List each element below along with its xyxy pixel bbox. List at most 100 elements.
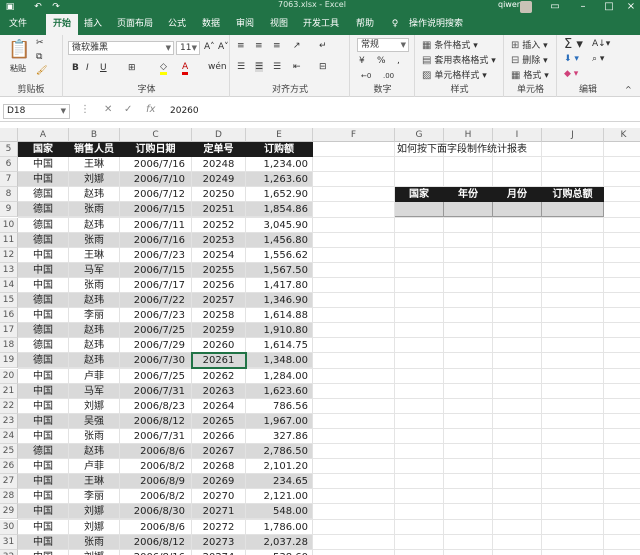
table-cell[interactable]: 3,045.90	[246, 217, 313, 233]
table-cell[interactable]: 20259	[192, 323, 246, 339]
table-cell[interactable]: 马军	[69, 262, 120, 278]
table-cell[interactable]: 20257	[192, 293, 246, 309]
table-cell[interactable]: 20263	[192, 383, 246, 399]
table-cell[interactable]: 中国	[18, 474, 69, 490]
row-header[interactable]: 15	[0, 293, 18, 309]
row-header[interactable]: 17	[0, 323, 18, 339]
align-bottom-icon[interactable]: ≡	[273, 41, 281, 51]
user-name[interactable]: qiwen	[498, 0, 522, 9]
table-cell[interactable]: 德国	[18, 202, 69, 218]
table-cell[interactable]: 中国	[18, 428, 69, 444]
merge-center-icon[interactable]: ⊟	[319, 62, 327, 72]
table-cell[interactable]: 2006/7/11	[120, 217, 192, 233]
report-header-cell[interactable]: 订购总额	[542, 187, 604, 203]
table-cell[interactable]: 中国	[18, 308, 69, 324]
table-cell[interactable]: 1,614.88	[246, 308, 313, 324]
table-cell[interactable]: 德国	[18, 338, 69, 354]
table-cell[interactable]: 2006/7/15	[120, 202, 192, 218]
table-cell[interactable]: 1,967.00	[246, 413, 313, 429]
table-cell[interactable]: 2006/7/23	[120, 247, 192, 263]
worksheet-grid[interactable]: A B C D E F G H I J K 5 6 7 8 9 10 11 12 13 14 15 16 17 18 19 20 21…	[0, 128, 640, 555]
report-empty-cell[interactable]	[493, 202, 542, 218]
table-cell[interactable]: 中国	[18, 157, 69, 173]
table-cell[interactable]: 2006/8/12	[120, 413, 192, 429]
table-cell[interactable]: 2006/7/31	[120, 383, 192, 399]
column-header-g[interactable]: G	[395, 128, 444, 142]
table-cell[interactable]: 刘娜	[69, 398, 120, 414]
table-cell[interactable]: 2006/7/10	[120, 172, 192, 188]
table-cell[interactable]: 中国	[18, 519, 69, 535]
row-header[interactable]: 13	[0, 262, 18, 278]
insert-cells-button[interactable]: ⊞ 插入 ▾	[511, 38, 548, 51]
copy-icon[interactable]: ⧉	[36, 52, 42, 62]
table-cell[interactable]: 20253	[192, 232, 246, 248]
table-header-cell[interactable]: 国家	[18, 142, 69, 158]
table-cell[interactable]: 20271	[192, 504, 246, 520]
report-header-cell[interactable]: 月份	[493, 187, 542, 203]
table-cell[interactable]: 王琳	[69, 247, 120, 263]
row-header[interactable]: 29	[0, 504, 18, 520]
row-header[interactable]: 22	[0, 398, 18, 414]
row-header[interactable]: 5	[0, 142, 18, 158]
tab-insert[interactable]: 插入	[80, 14, 106, 35]
tab-data[interactable]: 数据	[198, 14, 224, 35]
table-cell[interactable]: 中国	[18, 383, 69, 399]
table-cell[interactable]: 赵玮	[69, 217, 120, 233]
table-cell[interactable]: 李丽	[69, 308, 120, 324]
align-middle-icon[interactable]: ≡	[255, 41, 263, 51]
table-cell[interactable]: 赵玮	[69, 293, 120, 309]
row-header[interactable]: 9	[0, 202, 18, 218]
row-header[interactable]: 20	[0, 368, 18, 384]
row-header[interactable]: 23	[0, 413, 18, 429]
table-cell[interactable]: 786.56	[246, 398, 313, 414]
tab-formulas[interactable]: 公式	[164, 14, 190, 35]
table-cell[interactable]: 548.00	[246, 504, 313, 520]
table-cell[interactable]: 张雨	[69, 534, 120, 550]
table-cell[interactable]: 1,910.80	[246, 323, 313, 339]
row-header[interactable]: 8	[0, 187, 18, 203]
table-cell[interactable]: 2006/7/25	[120, 323, 192, 339]
font-size-select[interactable]: 11 ▼	[176, 41, 200, 55]
table-cell[interactable]: 张雨	[69, 232, 120, 248]
table-cell[interactable]: 2006/8/6	[120, 444, 192, 460]
row-header[interactable]: 11	[0, 232, 18, 248]
table-cell[interactable]: 20252	[192, 217, 246, 233]
report-header-cell[interactable]: 年份	[444, 187, 493, 203]
table-cell[interactable]: 1,456.80	[246, 232, 313, 248]
row-header[interactable]: 12	[0, 247, 18, 263]
bold-button[interactable]: B	[72, 63, 79, 73]
currency-icon[interactable]: ¥	[359, 56, 365, 66]
table-cell[interactable]: 刘娜	[69, 549, 120, 555]
table-cell[interactable]: 2006/8/30	[120, 504, 192, 520]
table-cell[interactable]: 1,284.00	[246, 368, 313, 384]
table-cell[interactable]: 2,101.20	[246, 459, 313, 475]
table-cell[interactable]: 中国	[18, 262, 69, 278]
table-cell[interactable]: 2006/7/15	[120, 262, 192, 278]
paste-button[interactable]: 粘贴	[10, 63, 26, 74]
table-cell[interactable]: 20250	[192, 187, 246, 203]
cancel-icon[interactable]: ✕	[104, 104, 112, 115]
table-header-cell[interactable]: 订购日期	[120, 142, 192, 158]
conditional-format-button[interactable]: ▦ 条件格式 ▾	[422, 38, 478, 51]
row-header[interactable]: 21	[0, 383, 18, 399]
tab-page-layout[interactable]: 页面布局	[114, 14, 156, 35]
table-cell[interactable]: 2,121.00	[246, 489, 313, 505]
table-cell[interactable]: 1,234.00	[246, 157, 313, 173]
table-cell[interactable]: 234.65	[246, 474, 313, 490]
collapse-ribbon-icon[interactable]: ^	[625, 85, 632, 94]
decrease-decimal-icon[interactable]: .00	[383, 72, 394, 80]
table-cell[interactable]: 1,348.00	[246, 353, 313, 369]
row-header[interactable]: 26	[0, 459, 18, 475]
find-icon[interactable]: ⌕ ▾	[592, 54, 604, 64]
table-cell[interactable]: 2006/7/17	[120, 277, 192, 293]
table-cell[interactable]: 2006/7/31	[120, 428, 192, 444]
table-cell[interactable]: 20248	[192, 157, 246, 173]
row-header[interactable]: 19	[0, 353, 18, 369]
column-header-b[interactable]: B	[69, 128, 120, 142]
row-header[interactable]: 7	[0, 172, 18, 188]
column-header-k[interactable]: K	[604, 128, 640, 142]
table-cell[interactable]: 20268	[192, 459, 246, 475]
table-cell[interactable]: 赵玮	[69, 187, 120, 203]
table-cell[interactable]: 中国	[18, 459, 69, 475]
cut-icon[interactable]: ✂	[36, 38, 44, 48]
